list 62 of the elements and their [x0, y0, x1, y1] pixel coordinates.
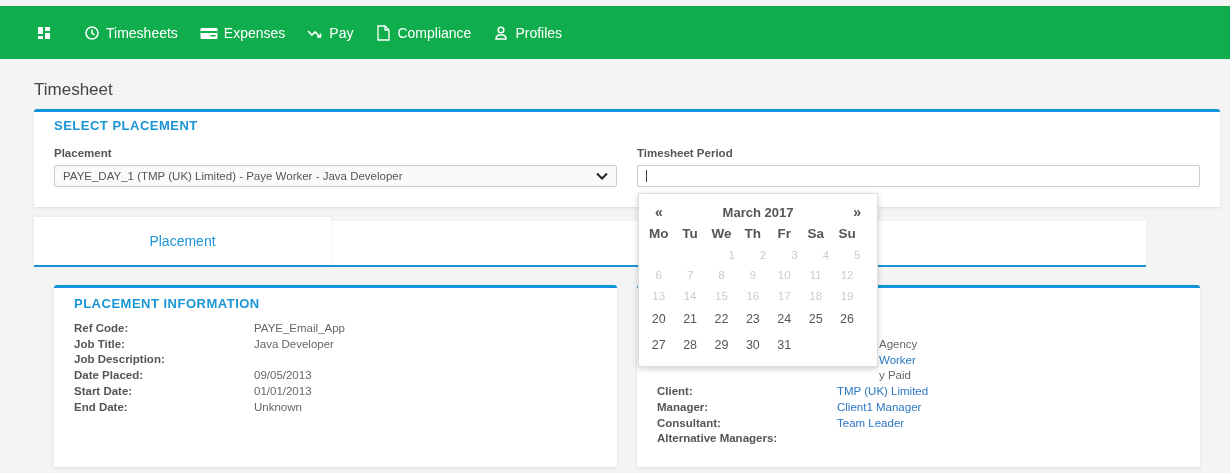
field-label: Timesheet Period	[637, 147, 734, 159]
nav-tab[interactable]: Timesheets	[84, 24, 178, 41]
weekday-label: We	[710, 225, 733, 244]
weekday-label: Sa	[806, 225, 825, 244]
calendar-day[interactable]: 29	[705, 338, 738, 352]
calendar-day[interactable]: 24	[768, 312, 800, 326]
next-month-button[interactable]: »	[853, 204, 861, 220]
info-label: Date Placed:	[74, 368, 145, 384]
dashboard-icon	[36, 24, 52, 41]
calendar-day[interactable]: 23	[737, 312, 769, 326]
field-label: Placement	[54, 147, 113, 159]
timesheet-period-field[interactable]	[637, 165, 1200, 187]
info-label: Client:	[657, 384, 694, 400]
info-value: Agency	[879, 337, 918, 352]
month-title: March 2017	[722, 204, 794, 220]
info-value: y Paid	[879, 368, 911, 384]
info-label: Ref Code:	[74, 321, 130, 336]
calendar-day[interactable]: 21	[674, 312, 706, 326]
card-title: PLACEMENT INFORMATION	[74, 296, 261, 311]
nav-tab[interactable]: Profiles	[493, 24, 563, 41]
calendar-day[interactable]: 30	[737, 338, 769, 352]
info-value: 09/05/2013	[254, 368, 312, 384]
info-value: 01/01/2013	[254, 383, 312, 399]
chevron-down-icon	[596, 172, 608, 180]
info-label: Job Description:	[74, 352, 166, 368]
placement-dropdown[interactable]: PAYE_DAY_1 (TMP (UK) Limited) - Paye Worker - Java Developer	[54, 165, 617, 187]
dashboard-button[interactable]	[36, 24, 52, 41]
nav-tab[interactable]: Compliance	[375, 24, 472, 41]
calendar-day[interactable]: 20	[643, 312, 675, 326]
info-label: Consultant:	[657, 415, 722, 431]
info-link[interactable]: TMP (UK) Limited	[837, 384, 929, 400]
info-label: Alternative Managers:	[657, 431, 779, 447]
nav-tab[interactable]: Pay	[307, 24, 354, 41]
tab[interactable]: Placement	[34, 217, 331, 265]
info-label: End Date:	[74, 399, 129, 415]
calendar-day[interactable]: 31	[768, 338, 800, 352]
info-link[interactable]: Worker	[879, 352, 916, 369]
info-label: Start Date:	[74, 383, 134, 399]
calendar-day[interactable]: 27	[643, 338, 675, 352]
page-title: Timesheet	[34, 80, 114, 100]
card-title: SELECT PLACEMENT	[54, 118, 199, 133]
info-link[interactable]: Team Leader	[837, 415, 905, 432]
weekday-label: Fr	[776, 225, 792, 244]
previous-month-button[interactable]: «	[655, 204, 663, 220]
info-link[interactable]: Client1 Manager	[837, 399, 922, 416]
document-icon	[375, 24, 392, 41]
info-value: PAYE_Email_App	[254, 321, 345, 336]
weekday-label: Mo	[647, 225, 670, 244]
info-label: Job Title:	[74, 336, 126, 352]
info-value: Unknown	[254, 399, 302, 415]
nav-tab[interactable]: Expenses	[199, 24, 286, 41]
clock-icon	[84, 24, 100, 41]
weekday-label: Th	[743, 225, 763, 244]
calendar-day[interactable]: 22	[705, 312, 738, 326]
calendar-day[interactable]: 25	[799, 312, 832, 326]
weekday-label: Su	[837, 225, 857, 244]
info-label: Manager:	[657, 399, 710, 415]
weekday-label: Tu	[681, 225, 699, 244]
person-icon	[493, 24, 510, 41]
calendar-day[interactable]: 26	[831, 312, 863, 326]
info-value: Java Developer	[254, 336, 334, 352]
calendar-day[interactable]: 28	[674, 338, 706, 352]
